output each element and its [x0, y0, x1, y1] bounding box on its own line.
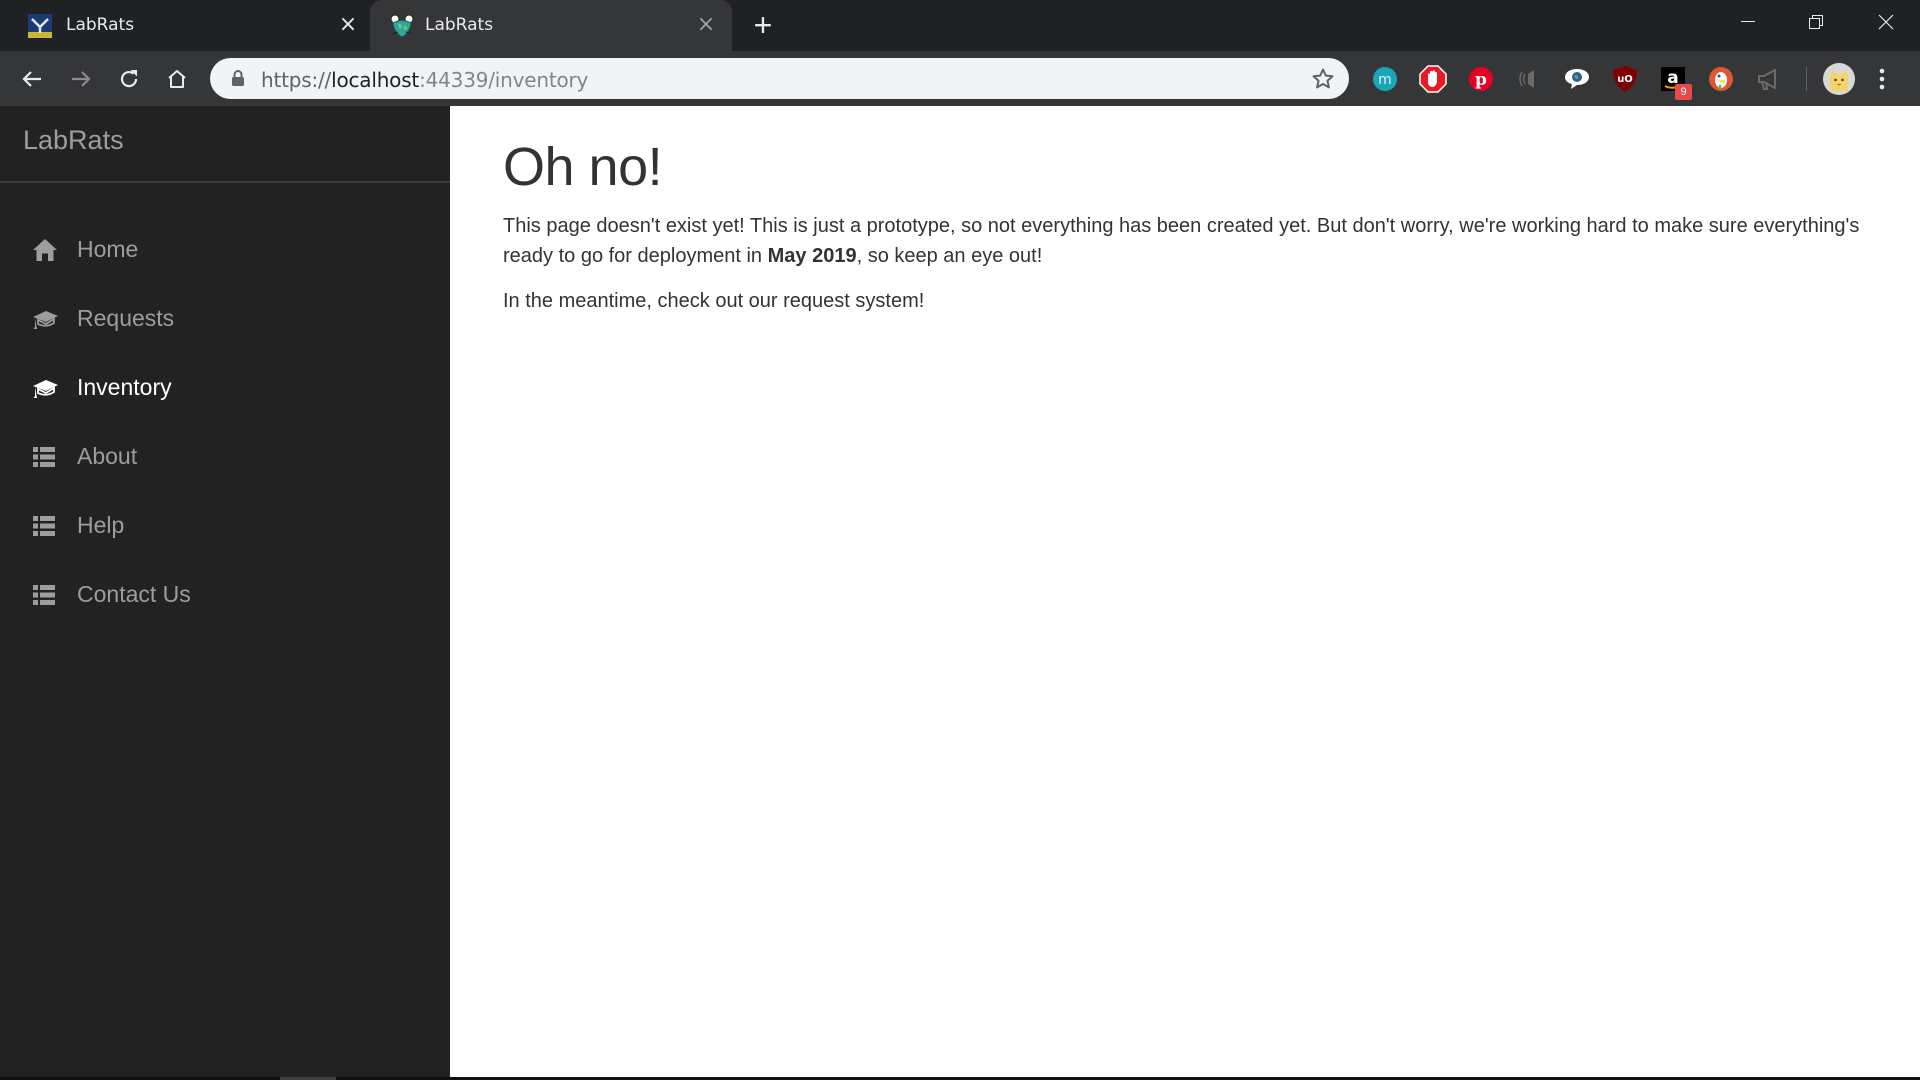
- audio-extension[interactable]: [1512, 62, 1546, 96]
- duckduckgo-extension[interactable]: [1704, 62, 1738, 96]
- page-viewport: LabRats Home Requests Inventory About He…: [0, 106, 1920, 1080]
- brand-logo-text[interactable]: LabRats: [23, 125, 124, 156]
- window-close-icon: [1878, 14, 1894, 30]
- arrow-left-icon: [22, 71, 41, 87]
- meantime-paragraph: In the meantime, check out our request s…: [503, 290, 925, 312]
- forward-button[interactable]: [63, 61, 99, 97]
- list-icon: [33, 585, 55, 605]
- browser-toolbar: https://localhost:44339/inventory m p uO…: [0, 51, 1920, 106]
- svg-text:uO: uO: [1617, 74, 1633, 85]
- tab-title: LabRats: [66, 15, 135, 35]
- browser-title-bar: LabRats × LabRats × +: [0, 0, 1920, 51]
- intro-text-end: , so keep an eye out!: [856, 245, 1043, 267]
- url-text[interactable]: https://localhost:44339/inventory: [261, 68, 588, 92]
- list-icon: [33, 516, 55, 536]
- adblock-extension[interactable]: [1416, 62, 1450, 96]
- profile-cat-avatar-icon: [1823, 63, 1855, 95]
- browser-menu-button[interactable]: [1870, 62, 1894, 96]
- window-close-button[interactable]: [1856, 0, 1916, 44]
- duckduckgo-icon: [1709, 67, 1733, 91]
- main-content: Oh no! This page doesn't exist yet! This…: [450, 106, 1920, 1077]
- sidebar-divider: [0, 181, 450, 183]
- sidebar-item-label: Requests: [77, 305, 175, 331]
- profile-avatar[interactable]: [1820, 60, 1858, 98]
- audio-muted-icon: [1519, 70, 1534, 88]
- page-title: Oh no!: [503, 137, 663, 197]
- reload-icon: [120, 70, 138, 88]
- back-button[interactable]: [14, 61, 50, 97]
- sidebar-item-label: About: [77, 443, 138, 469]
- adblock-icon: [1419, 65, 1447, 93]
- sidebar-item-label: Home: [77, 236, 139, 262]
- reload-button[interactable]: [111, 61, 147, 97]
- chat-extension[interactable]: [1560, 62, 1594, 96]
- lock-icon: [232, 70, 244, 86]
- sidebar-item-label: Contact Us: [77, 581, 191, 607]
- browser-tab-1[interactable]: LabRats ×: [0, 0, 370, 51]
- deployment-date: May 2019: [767, 245, 857, 267]
- graduation-cap-icon: [33, 311, 58, 329]
- home-icon: [33, 239, 57, 261]
- home-button[interactable]: [159, 61, 195, 97]
- bookmark-star-icon[interactable]: [1311, 67, 1335, 91]
- graduation-cap-icon: [33, 380, 58, 398]
- sidebar-item-requests[interactable]: Requests: [0, 289, 450, 349]
- tab-close-icon[interactable]: ×: [693, 12, 719, 38]
- sidebar-item-inventory[interactable]: Inventory: [0, 358, 450, 418]
- pinterest-extension[interactable]: p: [1464, 62, 1498, 96]
- sidebar-item-label: Inventory: [77, 374, 172, 400]
- sidebar-item-contact-us[interactable]: Contact Us: [0, 565, 450, 625]
- svg-text:m: m: [1378, 72, 1392, 88]
- labrats-rat-globe-icon: [390, 14, 414, 38]
- url-scheme: https://: [261, 68, 332, 92]
- tab-title: LabRats: [425, 15, 494, 35]
- toolbar-separator: [1806, 67, 1807, 91]
- labrats-ms-icon: [28, 14, 52, 38]
- kebab-menu-icon: [1879, 68, 1885, 90]
- minimize-button[interactable]: [1718, 0, 1778, 44]
- amazon-extension[interactable]: a 9: [1656, 62, 1692, 100]
- sidebar-item-label: Help: [77, 512, 125, 538]
- megaphone-extension[interactable]: [1752, 62, 1786, 96]
- sidebar-item-about[interactable]: About: [0, 427, 450, 487]
- ublock-origin-extension[interactable]: uO: [1608, 62, 1642, 96]
- mercury-reader-extension[interactable]: m: [1368, 62, 1402, 96]
- intro-text: This page doesn't exist yet! This is jus…: [503, 215, 1860, 267]
- sidebar: LabRats Home Requests Inventory About He…: [0, 106, 450, 1080]
- restore-button[interactable]: [1786, 0, 1846, 44]
- ublock-origin-icon: uO: [1613, 66, 1637, 92]
- notification-badge: 9: [1675, 84, 1692, 100]
- speech-bubble-globe-icon: [1565, 69, 1589, 89]
- home-icon: [168, 70, 186, 88]
- svg-text:p: p: [1475, 70, 1487, 90]
- sidebar-item-home[interactable]: Home: [0, 220, 450, 280]
- mercury-reader-icon: m: [1373, 67, 1397, 91]
- restore-icon: [1809, 15, 1823, 29]
- megaphone-icon: [1758, 68, 1776, 90]
- url-host: localhost: [331, 68, 420, 92]
- intro-paragraph: This page doesn't exist yet! This is jus…: [503, 211, 1903, 271]
- tab-close-icon[interactable]: ×: [335, 12, 361, 38]
- new-tab-button[interactable]: +: [748, 9, 778, 41]
- pinterest-icon: p: [1469, 67, 1493, 91]
- arrow-right-icon: [72, 71, 91, 87]
- sidebar-item-help[interactable]: Help: [0, 496, 450, 556]
- url-path: :44339/inventory: [419, 68, 589, 92]
- browser-tab-2[interactable]: LabRats ×: [370, 0, 732, 51]
- address-bar[interactable]: https://localhost:44339/inventory: [210, 58, 1349, 99]
- minimize-icon: [1741, 21, 1755, 22]
- list-icon: [33, 447, 55, 467]
